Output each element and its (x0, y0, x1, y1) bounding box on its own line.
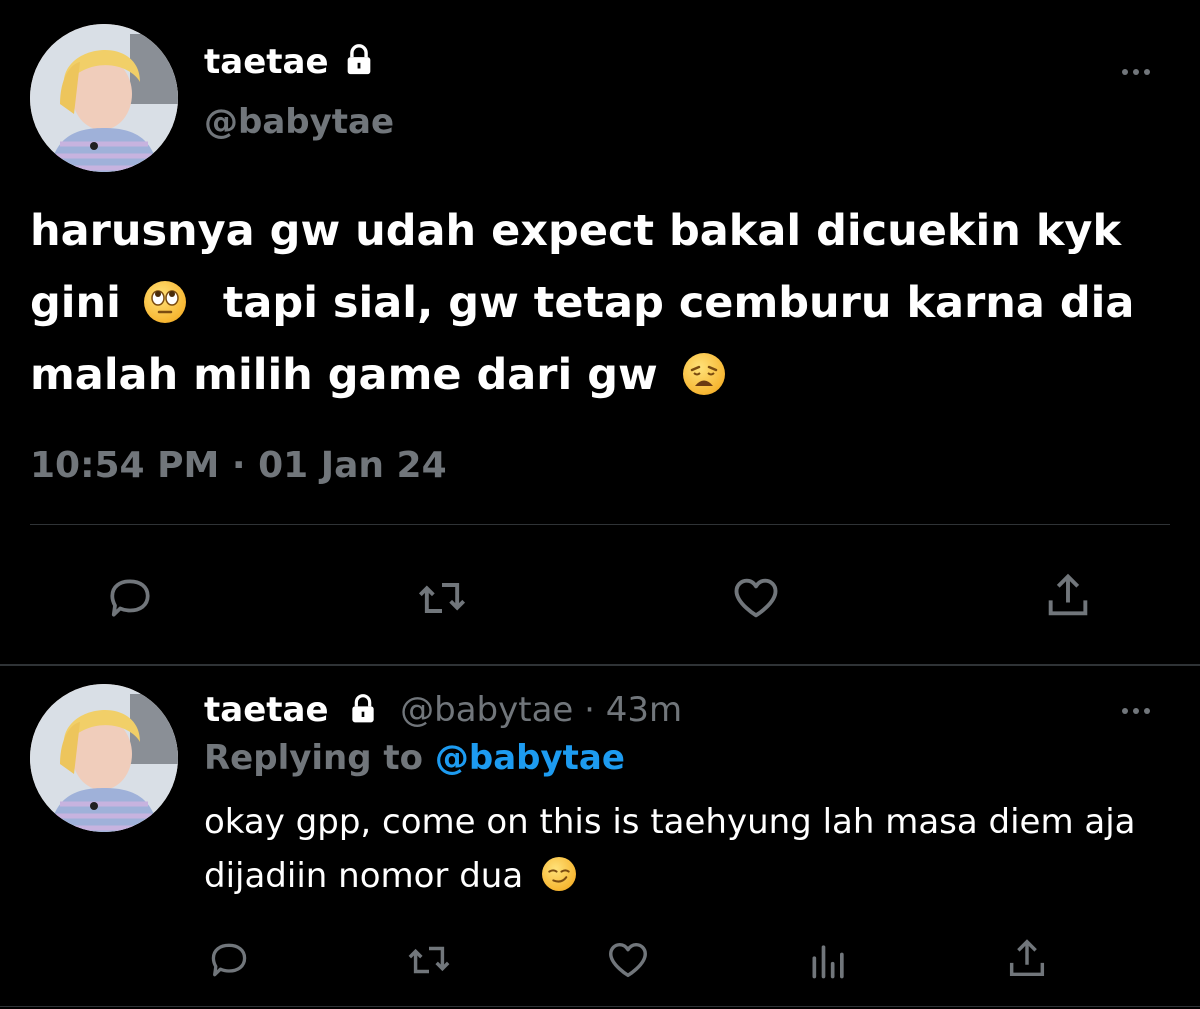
reply-icon (110, 579, 150, 617)
tweet-text-line: malah milih game dari gw (30, 339, 1160, 411)
like-button[interactable] (726, 570, 786, 626)
avatar-image (30, 684, 178, 832)
retweet-button[interactable] (402, 936, 456, 984)
retweet-icon (408, 946, 450, 974)
reply-button[interactable] (204, 936, 254, 984)
weary-face-emoji-icon (682, 353, 725, 395)
handle[interactable]: @babytae (204, 102, 394, 142)
avatar[interactable] (30, 684, 178, 832)
reply-button[interactable] (100, 570, 160, 626)
display-name[interactable]: taetae (204, 690, 329, 730)
like-button[interactable] (603, 936, 653, 984)
divider (0, 1006, 1200, 1007)
divider (0, 664, 1200, 666)
share-button[interactable] (1040, 566, 1096, 626)
reply-text-line: okay gpp, come on this is taehyung lah m… (204, 802, 1136, 842)
avatar-image (30, 24, 178, 172)
reply-text-segment: dijadiin nomor dua (204, 856, 524, 896)
reply-icon (211, 943, 247, 977)
tweet-text-segment: gini (30, 278, 121, 328)
tweet-text-line: gini tapi sial, gw tetap cemburu karna d… (30, 267, 1160, 339)
divider (30, 524, 1170, 525)
handle-and-time[interactable]: @babytae · 43m (400, 690, 682, 730)
avatar[interactable] (30, 24, 178, 172)
retweet-button[interactable] (410, 570, 474, 626)
retweet-icon (418, 583, 466, 613)
analytics-button[interactable] (804, 936, 854, 984)
author-row: taetae (204, 42, 376, 82)
reply-author-row: taetae @babytae · 43m (204, 690, 682, 734)
tweet-text-segment: tapi sial, gw tetap cemburu karna dia (222, 278, 1135, 328)
share-icon (1009, 939, 1045, 977)
reply-text: okay gpp, come on this is taehyung lah m… (204, 795, 1164, 903)
rolling-eyes-emoji-icon (143, 281, 186, 323)
tweet-text: harusnya gw udah expect bakal dicuekin k… (30, 195, 1160, 411)
replying-to-label: Replying to (204, 738, 424, 778)
replying-to-handle-link[interactable]: @babytae (435, 738, 625, 778)
more-options-icon[interactable] (1122, 69, 1150, 75)
tweet-text-line: harusnya gw udah expect bakal dicuekin k… (30, 206, 1122, 256)
heart-icon (609, 942, 647, 978)
heart-icon (734, 578, 778, 618)
more-options-icon[interactable] (1122, 708, 1150, 714)
lock-icon (347, 693, 379, 734)
analytics-icon (812, 945, 844, 979)
replying-to: Replying to @babytae (204, 738, 625, 778)
display-name[interactable]: taetae (204, 42, 329, 82)
lock-icon (342, 43, 376, 81)
share-icon (1048, 573, 1088, 616)
tweet-text-segment: malah milih game dari gw (30, 350, 658, 400)
share-button[interactable] (1002, 934, 1052, 984)
smirking-face-emoji-icon (541, 857, 576, 891)
tweet-timestamp[interactable]: 10:54 PM · 01 Jan 24 (30, 445, 447, 486)
reply-text-line: dijadiin nomor dua (204, 849, 1164, 903)
